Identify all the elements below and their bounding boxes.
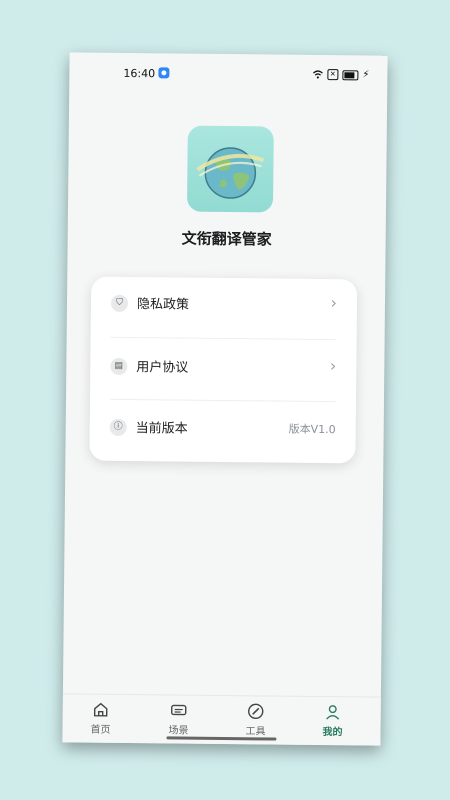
notification-icon: [158, 67, 170, 79]
app-logo: [186, 125, 274, 213]
tab-mine-label: 我的: [322, 727, 343, 739]
chevron-right-icon: ›: [330, 293, 338, 313]
chevron-right-icon: ›: [329, 356, 337, 376]
sim-icon: ✕: [327, 69, 339, 81]
tab-scenes[interactable]: 场景: [148, 701, 208, 737]
divider: [109, 398, 336, 403]
user-icon: [326, 705, 340, 720]
tool-icon: [248, 703, 264, 720]
wifi-icon: [312, 70, 323, 79]
tab-tools[interactable]: 工具: [225, 702, 285, 738]
current-version-row[interactable]: ⓘ 当前版本 版本V1.0: [109, 411, 336, 453]
home-indicator: [166, 736, 277, 741]
tab-tools-label: 工具: [245, 726, 266, 738]
document-icon: ▤: [110, 357, 128, 375]
phone-screen: 16:40 ✕ ⚡ 文衔翻译管家 ⛉ 隐私政策 › ▤ 用户协议 › ⓘ 当前版…: [62, 52, 388, 746]
tab-mine[interactable]: 我的: [302, 703, 362, 739]
privacy-policy-row[interactable]: ⛉ 隐私政策 ›: [110, 287, 338, 329]
tab-home-label: 首页: [90, 724, 111, 736]
user-agreement-label: 用户协议: [136, 360, 189, 376]
status-time: 16:40: [123, 66, 156, 81]
tab-scenes-label: 场景: [168, 725, 189, 737]
status-bar: 16:40 ✕ ⚡: [69, 52, 387, 95]
settings-card: ⛉ 隐私政策 › ▤ 用户协议 › ⓘ 当前版本 版本V1.0: [89, 276, 358, 464]
version-value: 版本V1.0: [288, 422, 336, 437]
globe-icon: [196, 147, 265, 199]
home-icon: [93, 702, 108, 717]
chat-icon: [171, 704, 187, 716]
divider: [110, 336, 337, 341]
info-icon: ⓘ: [109, 418, 127, 436]
user-agreement-row[interactable]: ▤ 用户协议 ›: [110, 350, 336, 392]
app-title: 文衔翻译管家: [181, 229, 272, 249]
current-version-label: 当前版本: [135, 421, 188, 437]
tab-home[interactable]: 首页: [70, 700, 130, 736]
charging-icon: ⚡: [362, 69, 370, 81]
bottom-tab-bar: 首页 场景 工具 我的: [62, 693, 381, 746]
shield-icon: ⛉: [110, 294, 129, 312]
privacy-policy-label: 隐私政策: [136, 297, 190, 313]
battery-icon: [342, 69, 359, 80]
status-icons: ✕ ⚡: [312, 69, 370, 81]
